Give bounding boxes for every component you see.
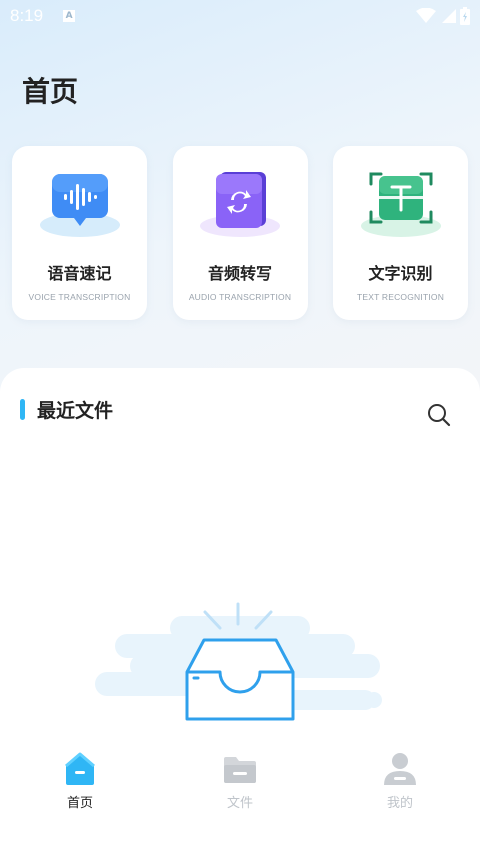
signal-icon — [442, 9, 456, 23]
audio-transcription-card[interactable]: 音频转写 AUDIO TRANSCRIPTION — [172, 146, 308, 320]
status-bar: 8:19 A — [0, 0, 480, 32]
text-scan-icon — [360, 172, 441, 237]
feature-title: 文字识别 — [368, 264, 433, 283]
search-icon[interactable] — [426, 402, 452, 428]
voice-wave-icon — [39, 174, 120, 237]
recent-files-title: 最近文件 — [37, 400, 114, 422]
empty-inbox-icon — [95, 602, 382, 721]
notification-icon: A — [63, 10, 76, 22]
bottom-nav: 首页 文件 我的 — [0, 745, 480, 853]
recent-files-header: 最近文件 — [20, 396, 113, 423]
battery-icon — [460, 7, 470, 25]
feature-title: 音频转写 — [207, 264, 272, 283]
feature-subtitle: VOICE TRANSCRIPTION — [28, 292, 131, 302]
feature-subtitle: AUDIO TRANSCRIPTION — [188, 292, 292, 302]
nav-item-files[interactable]: 文件 — [160, 745, 320, 853]
text-recognition-card[interactable]: 文字识别 TEXT RECOGNITION — [333, 146, 468, 320]
section-accent-bar — [20, 399, 25, 420]
convert-icon — [200, 172, 280, 237]
folder-icon — [224, 757, 256, 783]
wifi-icon — [416, 8, 436, 23]
nav-label: 文件 — [226, 796, 253, 811]
status-indicators — [416, 7, 470, 25]
feature-subtitle: TEXT RECOGNITION — [356, 292, 445, 302]
voice-transcription-card[interactable]: 语音速记 VOICE TRANSCRIPTION — [12, 146, 147, 320]
status-time: 8:19 — [10, 6, 44, 25]
profile-icon — [384, 753, 416, 785]
nav-label: 首页 — [66, 796, 93, 811]
feature-title: 语音速记 — [47, 264, 112, 283]
nav-label: 我的 — [386, 796, 413, 811]
nav-item-profile[interactable]: 我的 — [320, 745, 480, 853]
nav-item-home[interactable]: 首页 — [0, 745, 160, 853]
feature-cards: 语音速记 VOICE TRANSCRIPTION 音频转写 AUDIO TRAN… — [12, 146, 468, 320]
home-icon — [65, 752, 95, 785]
page-title: 首页 — [22, 75, 79, 108]
